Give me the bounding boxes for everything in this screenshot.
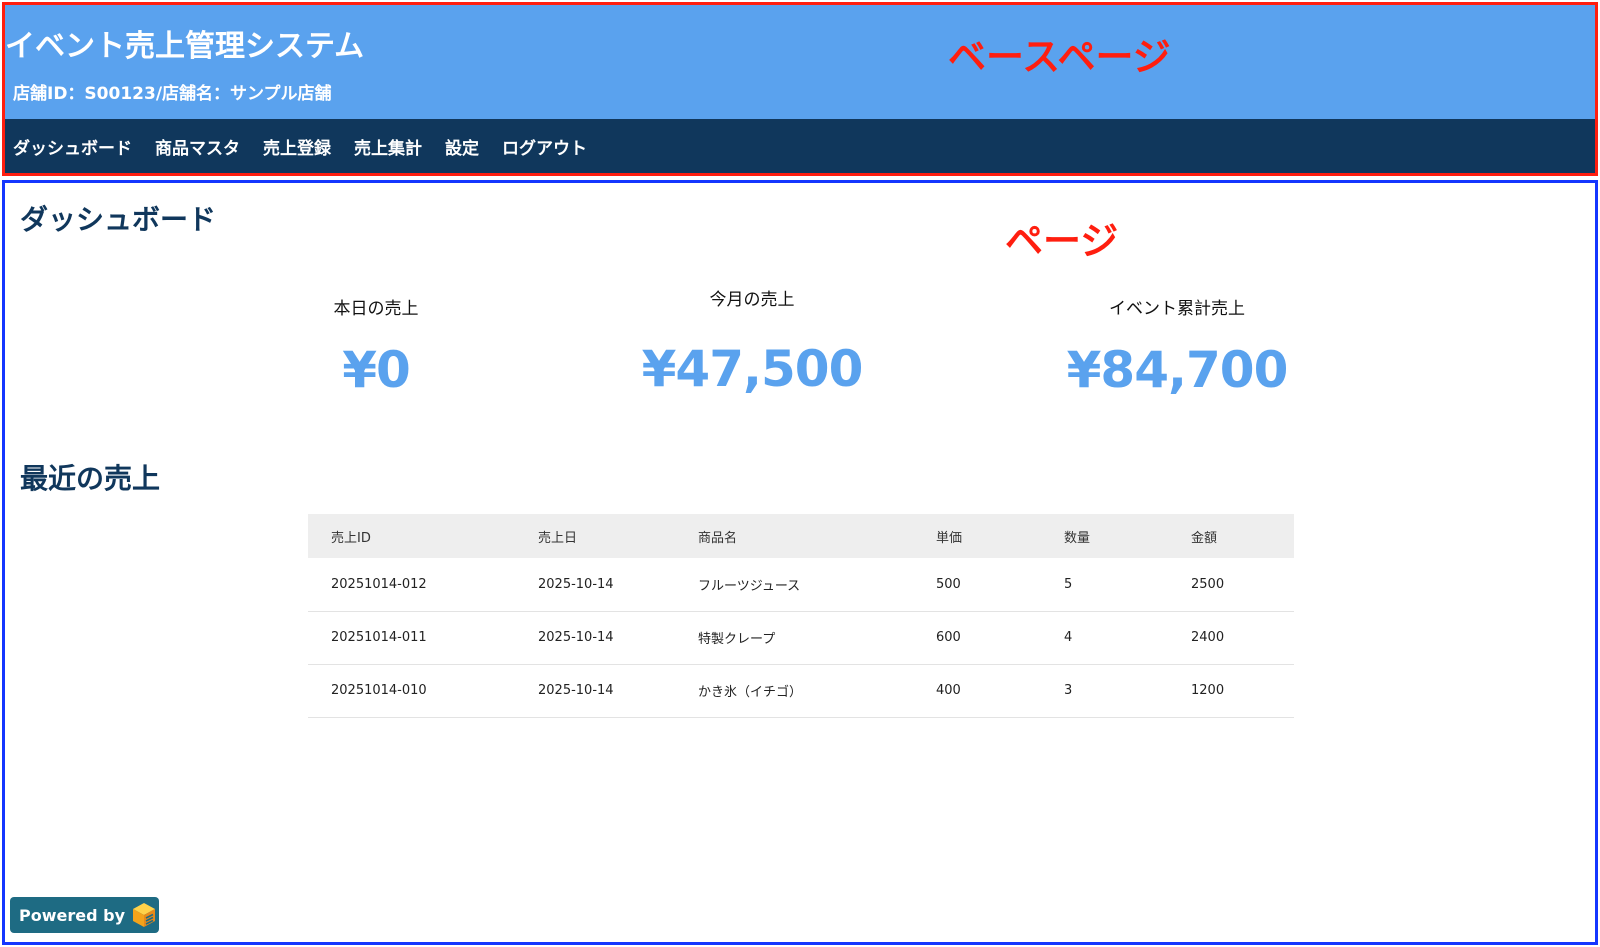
cell-product-name: フルーツジュース <box>675 558 913 612</box>
cell-sale-id: 20251014-012 <box>308 558 515 612</box>
recent-sales-title: 最近の売上 <box>20 462 161 495</box>
cell-sale-id: 20251014-010 <box>308 664 515 718</box>
stat-value: ¥84,700 <box>1066 341 1289 399</box>
stat-card-event-total: イベント累計売上 ¥84,700 <box>1017 294 1337 399</box>
page-annotation-label: ページ <box>1005 219 1119 263</box>
cell-sale-date: 2025-10-14 <box>515 558 675 612</box>
cell-sale-id: 20251014-011 <box>308 611 515 665</box>
cell-sale-date: 2025-10-14 <box>515 611 675 665</box>
stat-value: ¥0 <box>342 341 411 399</box>
nav-item-product-master[interactable]: 商品マスタ <box>155 134 240 159</box>
table-header-row: 売上ID 売上日 商品名 単価 数量 金額 <box>308 514 1294 558</box>
column-header: 商品名 <box>675 514 913 558</box>
table-row: 20251014-011 2025-10-14 特製クレープ 600 4 240… <box>308 611 1294 665</box>
store-info: 店舗ID：S00123/店舗名：サンプル店舗 <box>13 84 332 104</box>
cell-sale-date: 2025-10-14 <box>515 664 675 718</box>
column-header: 金額 <box>1168 514 1294 558</box>
table-row: 20251014-012 2025-10-14 フルーツジュース 500 5 2… <box>308 558 1294 612</box>
powered-by-badge[interactable]: Powered by <box>10 897 159 933</box>
stat-value: ¥47,500 <box>641 340 864 398</box>
nav-item-sales-summary[interactable]: 売上集計 <box>354 134 422 159</box>
nav-item-sales-entry[interactable]: 売上登録 <box>263 134 331 159</box>
recent-sales-table: 売上ID 売上日 商品名 単価 数量 金額 20251014-012 2025-… <box>308 514 1294 718</box>
cell-unit-price: 600 <box>913 611 1041 665</box>
cell-quantity: 3 <box>1041 664 1168 718</box>
stat-label: イベント累計売上 <box>1109 299 1245 319</box>
page-title: ダッシュボード <box>20 203 217 236</box>
cell-quantity: 5 <box>1041 558 1168 612</box>
cube-logo-icon <box>131 901 157 929</box>
stat-label: 本日の売上 <box>333 299 419 319</box>
powered-by-label: Powered by <box>19 905 125 925</box>
cell-unit-price: 400 <box>913 664 1041 718</box>
stat-label: 今月の売上 <box>709 290 795 310</box>
cell-amount: 1200 <box>1168 664 1294 718</box>
table-row: 20251014-010 2025-10-14 かき氷（イチゴ） 400 3 1… <box>308 664 1294 718</box>
stat-card-month: 今月の売上 ¥47,500 <box>592 285 912 398</box>
base-page-annotation-label: ベースページ <box>948 35 1171 79</box>
stat-card-today: 本日の売上 ¥0 <box>216 294 536 399</box>
cell-amount: 2500 <box>1168 558 1294 612</box>
main-nav: ダッシュボード 商品マスタ 売上登録 売上集計 設定 ログアウト <box>5 119 1595 174</box>
cell-quantity: 4 <box>1041 611 1168 665</box>
column-header: 売上日 <box>515 514 675 558</box>
column-header: 売上ID <box>308 514 515 558</box>
app-header: イベント売上管理システム 店舗ID：S00123/店舗名：サンプル店舗 <box>5 5 1595 119</box>
nav-item-logout[interactable]: ログアウト <box>502 134 587 159</box>
app-title: イベント売上管理システム <box>5 29 365 64</box>
cell-unit-price: 500 <box>913 558 1041 612</box>
column-header: 単価 <box>913 514 1041 558</box>
nav-item-settings[interactable]: 設定 <box>445 134 479 159</box>
cell-product-name: かき氷（イチゴ） <box>675 664 913 718</box>
cell-amount: 2400 <box>1168 611 1294 665</box>
cell-product-name: 特製クレープ <box>675 611 913 665</box>
nav-item-dashboard[interactable]: ダッシュボード <box>13 134 132 159</box>
column-header: 数量 <box>1041 514 1168 558</box>
